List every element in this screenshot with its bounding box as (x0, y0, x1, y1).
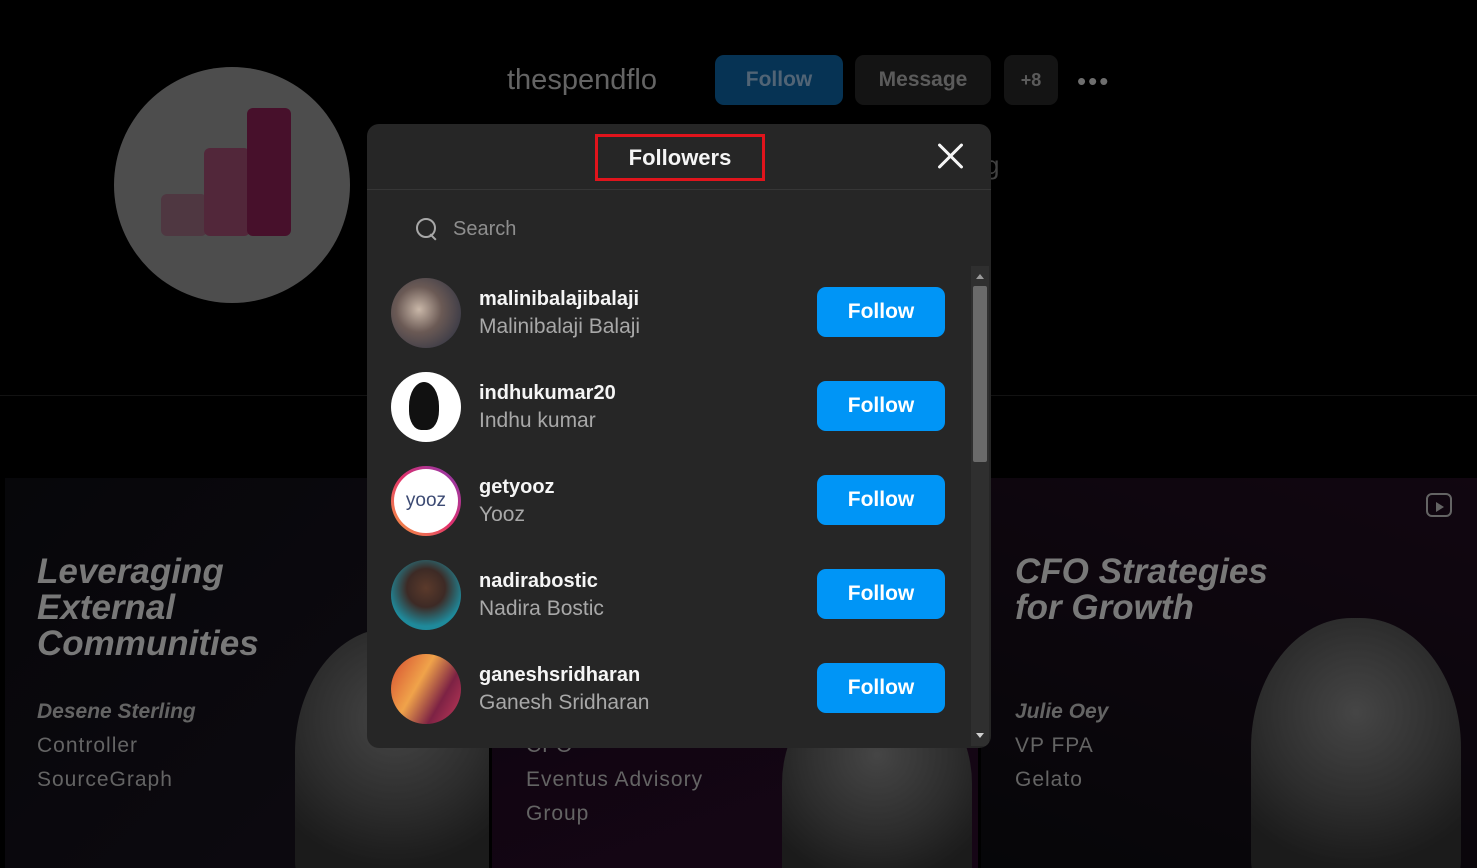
photo-avatar[interactable] (391, 278, 461, 348)
scroll-up-arrow-icon[interactable] (976, 274, 984, 279)
photo-avatar[interactable] (391, 654, 461, 724)
follower-row[interactable]: indhukumar20 Indhu kumar Follow (367, 360, 967, 454)
follow-button[interactable]: Follow (817, 287, 945, 337)
follower-row[interactable]: nadirabostic Nadira Bostic Follow (367, 548, 967, 642)
follower-row[interactable]: malinibalajibalaji Malinibalaji Balaji F… (367, 266, 967, 360)
search-bar[interactable] (415, 214, 835, 244)
follower-row[interactable]: yooz getyooz Yooz Follow (367, 454, 967, 548)
yooz-logo-text: yooz (405, 490, 447, 511)
photo-avatar[interactable] (391, 560, 461, 630)
followers-dialog: Followers malinibalajibalaji Malinibalaj… (367, 124, 991, 748)
scroll-down-arrow-icon[interactable] (976, 733, 984, 738)
follower-username[interactable]: nadirabostic (479, 570, 598, 593)
scrollbar-thumb[interactable] (973, 286, 987, 462)
follower-full-name: Malinibalaji Balaji (479, 315, 641, 338)
dialog-title: Followers (595, 134, 765, 181)
close-icon[interactable] (935, 140, 967, 172)
follow-button[interactable]: Follow (817, 569, 945, 619)
follower-username[interactable]: getyooz (479, 476, 555, 499)
follower-row[interactable] (367, 736, 967, 748)
follower-username[interactable]: ganeshsridharan (479, 664, 640, 687)
follow-button[interactable]: Follow (817, 475, 945, 525)
silhouette-head (409, 382, 439, 430)
follower-full-name: Ganesh Sridharan (479, 691, 650, 714)
follower-full-name: Yooz (479, 503, 525, 526)
strong-women-avatar[interactable] (391, 372, 461, 442)
dialog-header: Followers (367, 124, 991, 190)
follower-row[interactable]: ganeshsridharan Ganesh Sridharan Follow (367, 642, 967, 736)
yooz-logo-avatar[interactable]: yooz (391, 466, 461, 536)
search-icon (415, 217, 439, 241)
follower-username[interactable]: malinibalajibalaji (479, 288, 639, 311)
follow-button[interactable]: Follow (817, 663, 945, 713)
follower-full-name: Nadira Bostic (479, 597, 604, 620)
follower-full-name: Indhu kumar (479, 409, 596, 432)
follow-button[interactable]: Follow (817, 381, 945, 431)
followers-list: malinibalajibalaji Malinibalaji Balaji F… (367, 266, 967, 748)
search-input[interactable] (453, 217, 813, 241)
scrollbar[interactable] (971, 266, 989, 746)
follower-username[interactable]: indhukumar20 (479, 382, 616, 405)
